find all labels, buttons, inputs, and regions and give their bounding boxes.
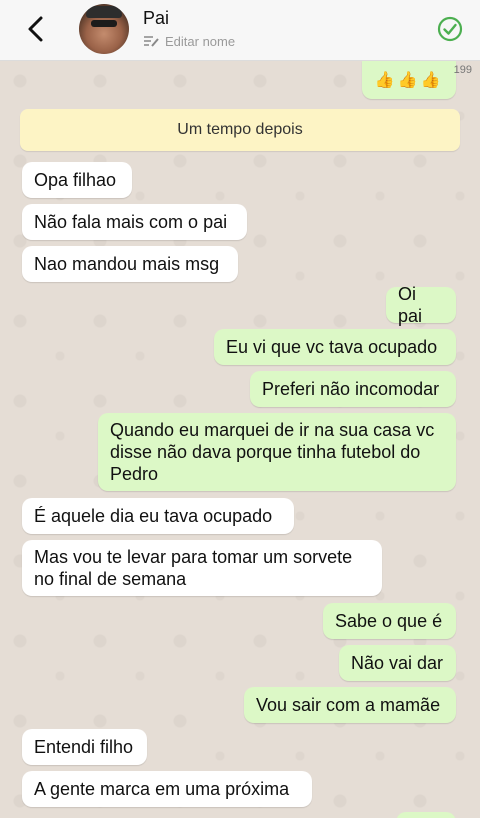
message-outgoing: Eu vi que vc tava ocupado — [214, 329, 456, 365]
time-notice: Um tempo depois — [20, 109, 460, 151]
edit-name-link[interactable]: Editar nome — [143, 32, 235, 50]
message-outgoing: Oi pai — [386, 284, 456, 326]
message-incoming: Entendi filho — [22, 729, 147, 765]
message-outgoing: Não vai dar — [339, 645, 456, 681]
message-outgoing: Preferi não incomodar — [250, 371, 456, 407]
message-incoming: Nao mandou mais msg — [22, 246, 238, 282]
message-incoming: É aquele dia eu tava ocupado — [22, 498, 294, 534]
message-incoming: Não fala mais com o pai — [22, 204, 247, 240]
back-arrow-icon[interactable] — [22, 14, 52, 44]
edit-name-label: Editar nome — [165, 33, 236, 49]
message-incoming: Mas vou te levar para tomar um sorvete n… — [22, 540, 382, 596]
check-circle-icon[interactable] — [437, 16, 463, 42]
chat-header: Pai Editar nome — [0, 0, 480, 61]
message-incoming: Opa filhao — [22, 162, 132, 198]
avatar-glasses — [91, 20, 117, 27]
message-counter: 199 — [453, 64, 472, 76]
contact-name[interactable]: Pai — [143, 8, 169, 29]
message-outgoing-partial — [396, 812, 456, 818]
chat-area[interactable]: 👍👍👍 199 Um tempo depois Opa filhao Não f… — [0, 61, 480, 818]
message-outgoing: Vou sair com a mamãe — [244, 687, 456, 723]
message-outgoing: Sabe o que é — [323, 603, 456, 639]
message-outgoing: Quando eu marquei de ir na sua casa vc d… — [98, 413, 456, 491]
avatar-cap — [86, 6, 122, 18]
avatar[interactable] — [79, 4, 129, 54]
edit-icon — [144, 36, 159, 47]
message-incoming: A gente marca em uma próxima — [22, 771, 312, 807]
emoji-message: 👍👍👍 — [362, 61, 456, 99]
